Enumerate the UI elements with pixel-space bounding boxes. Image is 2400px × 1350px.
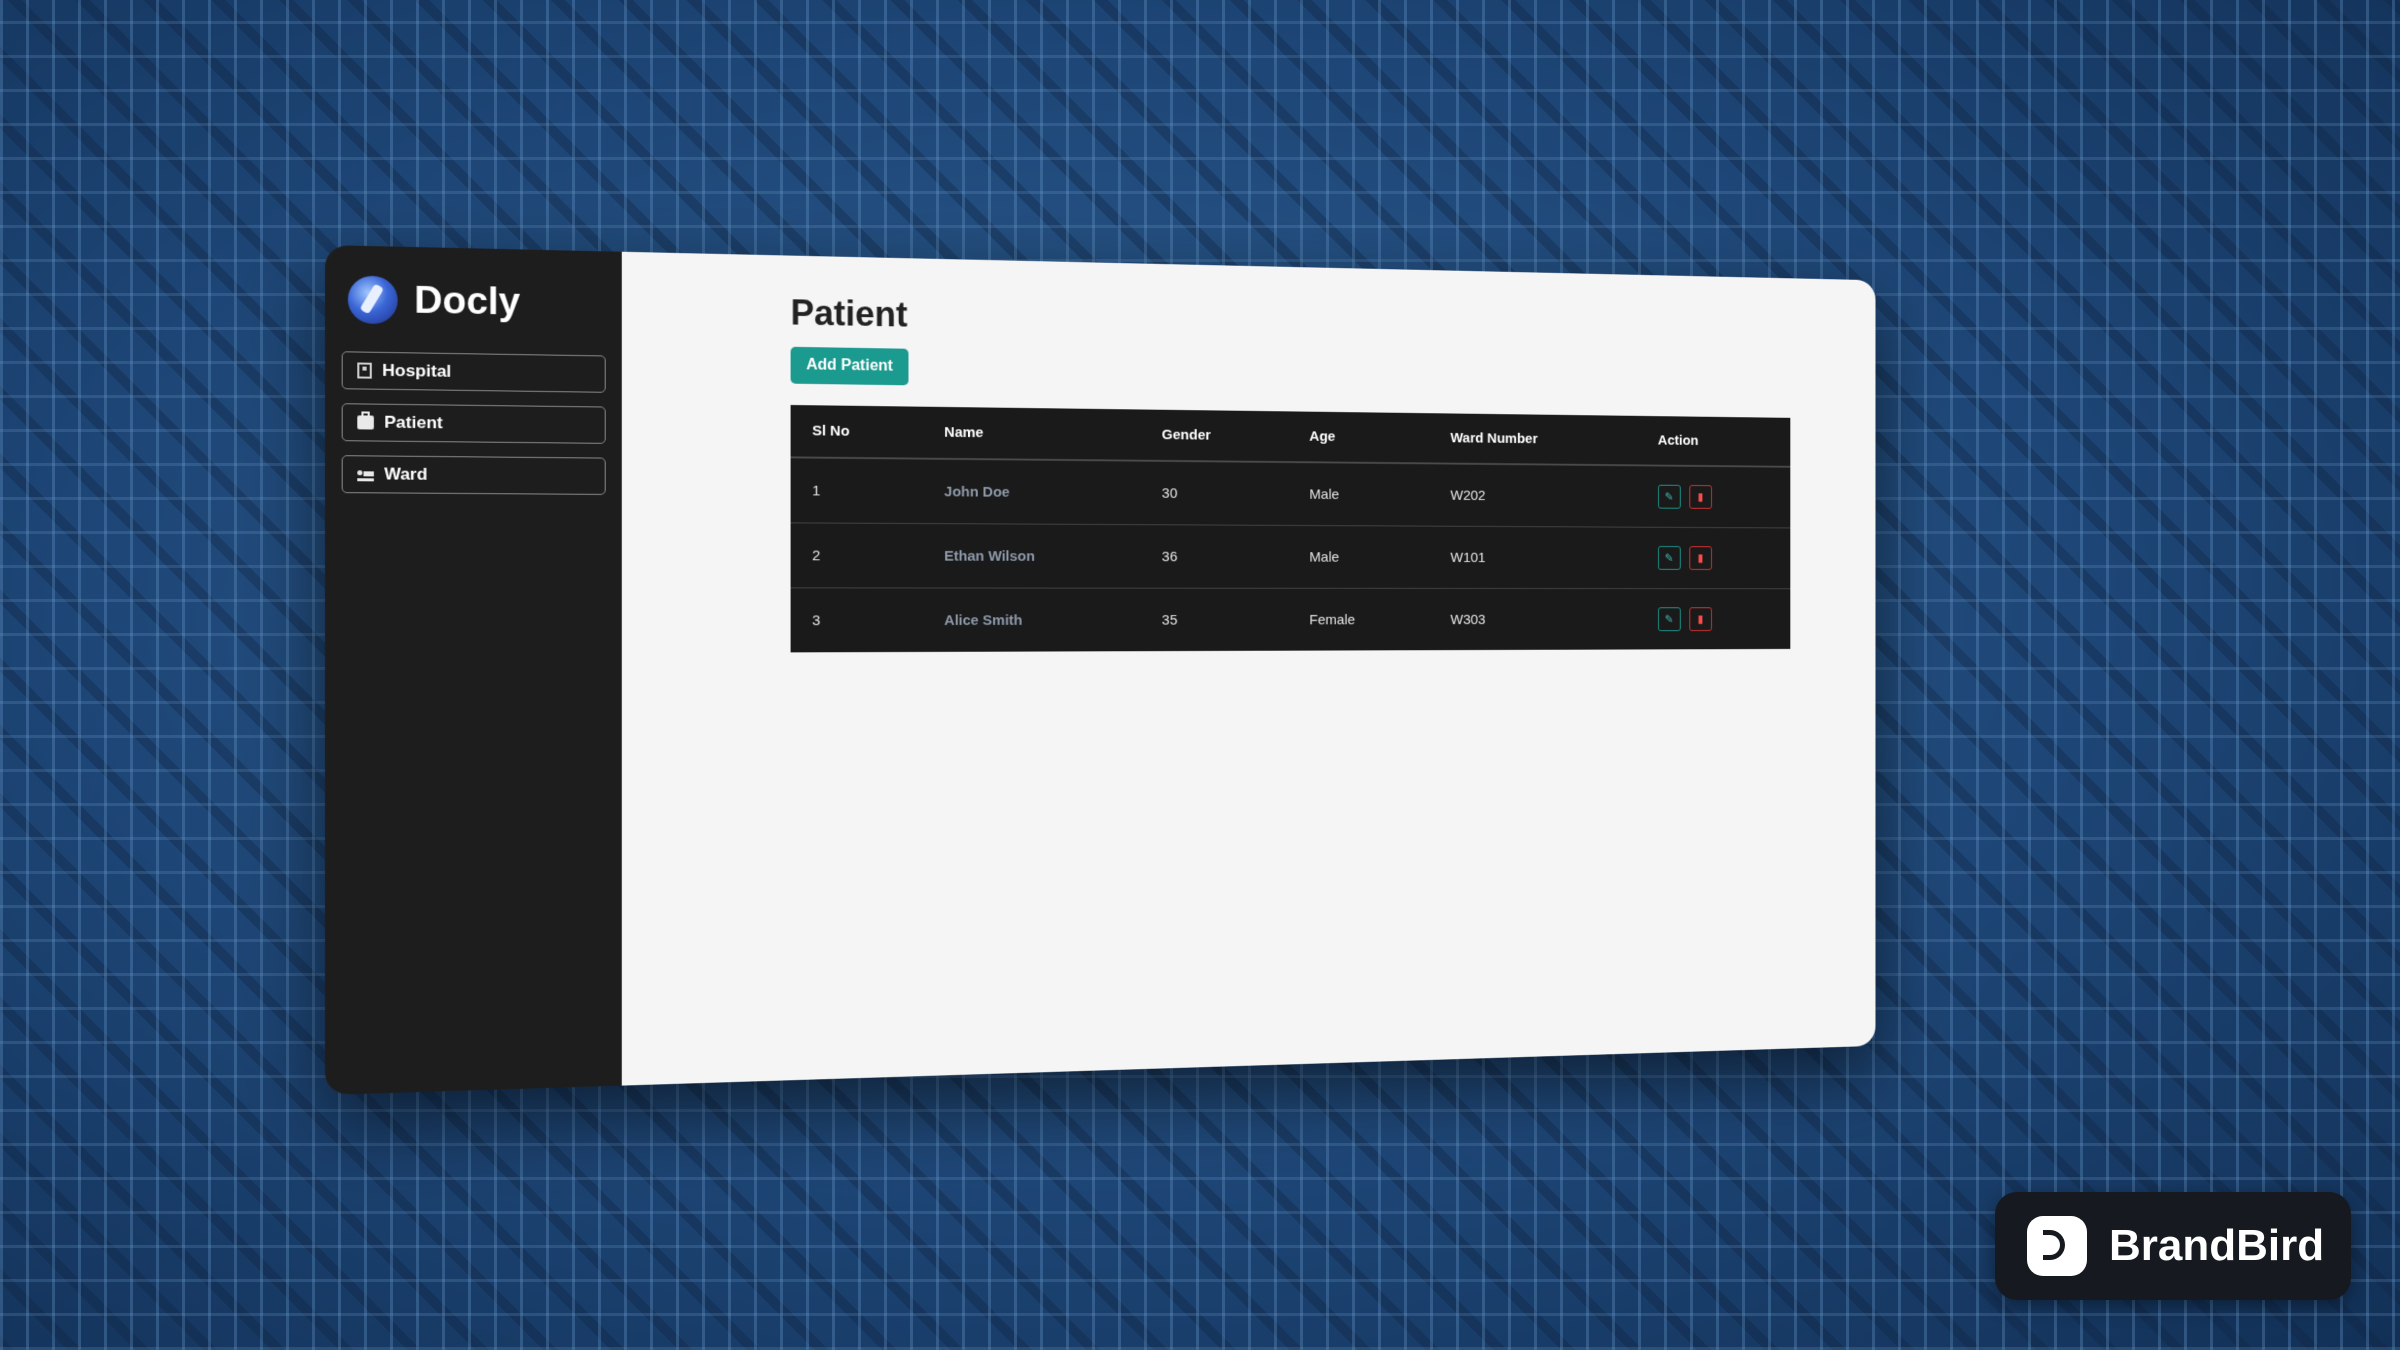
brandbird-watermark: BrandBird — [1995, 1192, 2351, 1300]
patient-table: Sl No Name Gender Age Ward Number Action… — [791, 405, 1791, 652]
cell-age: Male — [1289, 462, 1430, 526]
row-actions: ✎ ▮ — [1658, 546, 1772, 570]
delete-button[interactable]: ▮ — [1689, 607, 1712, 631]
main-content: Patient Add Patient Sl No Name Gender Ag… — [622, 252, 1876, 1086]
cell-age: Female — [1289, 588, 1430, 650]
cell-name: Ethan Wilson — [923, 524, 1141, 589]
cell-action: ✎ ▮ — [1639, 465, 1791, 528]
table-row: 3 Alice Smith 35 Female W303 ✎ ▮ — [791, 588, 1791, 653]
edit-button[interactable]: ✎ — [1658, 546, 1681, 570]
cell-gender: 30 — [1141, 461, 1289, 526]
column-header-sl-no: Sl No — [791, 405, 923, 459]
sidebar-item-label: Patient — [384, 413, 442, 434]
column-header-ward-number: Ward Number — [1431, 413, 1639, 465]
cell-gender: 35 — [1141, 588, 1289, 651]
table-header-row: Sl No Name Gender Age Ward Number Action — [791, 405, 1791, 467]
bed-icon — [357, 467, 374, 481]
edit-button[interactable]: ✎ — [1658, 485, 1681, 509]
trash-icon: ▮ — [1698, 613, 1704, 626]
sidebar-item-label: Hospital — [382, 361, 451, 382]
delete-button[interactable]: ▮ — [1689, 485, 1712, 509]
table-row: 2 Ethan Wilson 36 Male W101 ✎ ▮ — [791, 523, 1791, 589]
sidebar-item-label: Ward — [384, 465, 427, 485]
trash-icon: ▮ — [1698, 552, 1704, 565]
add-patient-button[interactable]: Add Patient — [791, 347, 909, 386]
column-header-age: Age — [1289, 411, 1430, 463]
row-actions: ✎ ▮ — [1658, 607, 1772, 631]
column-header-name: Name — [923, 407, 1141, 461]
cell-action: ✎ ▮ — [1639, 527, 1791, 588]
sidebar-item-patient[interactable]: Patient — [342, 403, 606, 444]
column-header-action: Action — [1639, 416, 1791, 467]
edit-icon: ✎ — [1665, 552, 1674, 565]
app-window: Docly Hospital Patient Ward Patient Add … — [325, 245, 1875, 1095]
cell-name: John Doe — [923, 459, 1141, 525]
docly-logo-icon — [348, 275, 398, 324]
cell-ward-number: W202 — [1431, 463, 1639, 527]
cell-sl-no: 2 — [791, 523, 923, 588]
page-title: Patient — [791, 292, 1876, 352]
sidebar: Docly Hospital Patient Ward — [325, 245, 622, 1095]
trash-icon: ▮ — [1698, 491, 1704, 504]
cell-gender: 36 — [1141, 525, 1289, 589]
sidebar-item-hospital[interactable]: Hospital — [342, 351, 606, 393]
cell-name: Alice Smith — [923, 588, 1141, 652]
background-scene: Docly Hospital Patient Ward Patient Add … — [0, 0, 2400, 1350]
hospital-icon — [357, 362, 372, 378]
cell-sl-no: 3 — [791, 588, 923, 653]
cell-sl-no: 1 — [791, 457, 923, 523]
cell-ward-number: W303 — [1431, 588, 1639, 650]
delete-button[interactable]: ▮ — [1689, 546, 1712, 570]
brand: Docly — [348, 275, 606, 328]
brand-name: Docly — [414, 279, 520, 324]
brandbird-logo-icon — [2027, 1216, 2087, 1276]
briefcase-medical-icon — [357, 415, 374, 429]
column-header-gender: Gender — [1141, 410, 1289, 463]
cell-ward-number: W101 — [1431, 526, 1639, 588]
row-actions: ✎ ▮ — [1658, 485, 1772, 510]
cell-age: Male — [1289, 525, 1430, 588]
cell-action: ✎ ▮ — [1639, 589, 1791, 650]
edit-icon: ✎ — [1665, 490, 1674, 503]
table-row: 1 John Doe 30 Male W202 ✎ ▮ — [791, 457, 1791, 528]
edit-icon: ✎ — [1665, 613, 1674, 626]
brandbird-label: BrandBird — [2109, 1221, 2324, 1271]
edit-button[interactable]: ✎ — [1658, 607, 1681, 631]
sidebar-item-ward[interactable]: Ward — [342, 455, 606, 495]
